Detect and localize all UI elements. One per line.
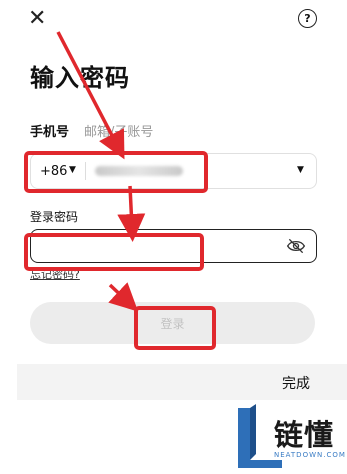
brand-name-en: NEATDOWN.COM xyxy=(274,451,346,459)
arrow-to-password xyxy=(117,185,146,242)
arrow-to-phone xyxy=(56,31,125,160)
annotation-arrows xyxy=(56,31,146,312)
brand-name-cn: 链懂 xyxy=(274,418,335,452)
arrow-to-login xyxy=(108,282,139,312)
